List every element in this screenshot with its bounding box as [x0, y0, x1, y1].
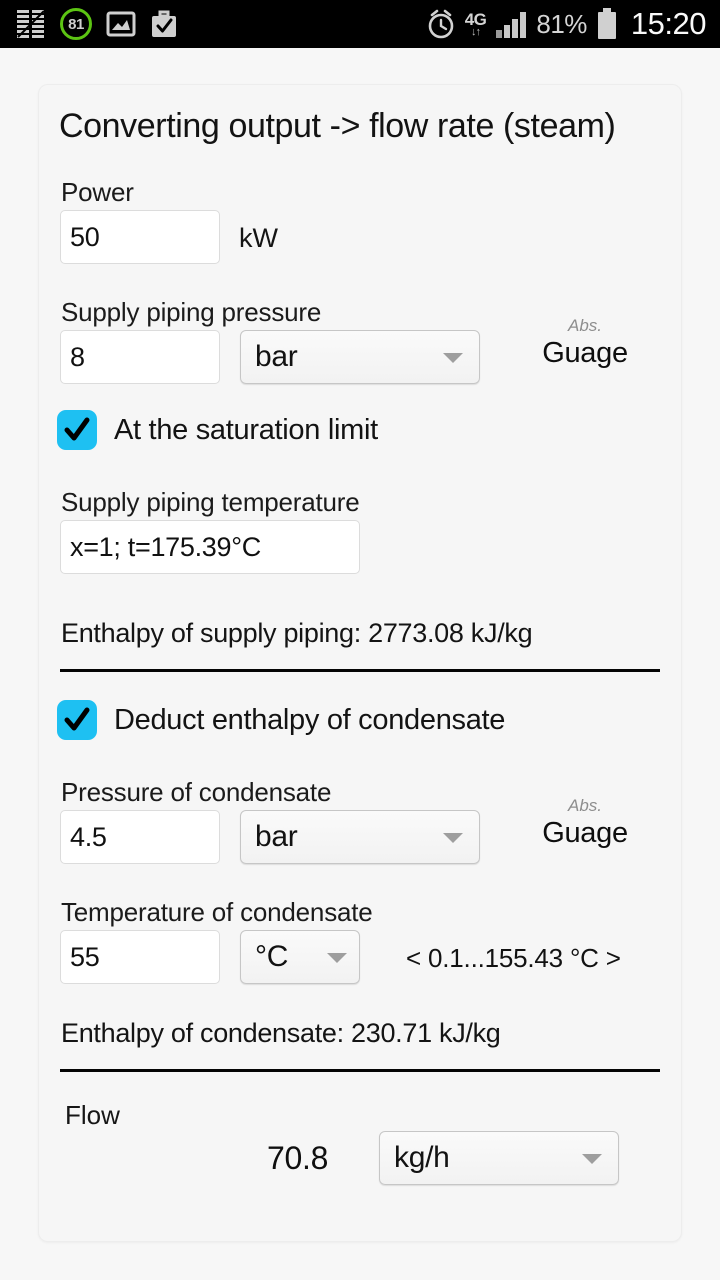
supply-pressure-label: Supply piping pressure — [61, 297, 322, 327]
condensate-temperature-unit-value: °C — [255, 940, 289, 973]
page-title: Converting output -> flow rate (steam) — [59, 107, 616, 145]
flow-label: Flow — [65, 1100, 120, 1130]
condensate-pressure-mode-toggle[interactable]: Abs. Guage — [525, 797, 645, 848]
supply-pressure-unit-value: bar — [255, 340, 298, 373]
supply-pressure-unit-spinner[interactable]: bar — [240, 330, 480, 384]
supply-enthalpy-text: Enthalpy of supply piping: 2773.08 kJ/kg — [61, 618, 533, 648]
power-input[interactable]: 50 — [60, 210, 220, 264]
flow-value: 70.8 — [267, 1140, 329, 1176]
supply-temperature-label: Supply piping temperature — [61, 487, 360, 517]
condensate-pressure-unit-value: bar — [255, 820, 298, 853]
condensate-temperature-unit-spinner[interactable]: °C — [240, 930, 360, 984]
saturation-limit-label: At the saturation limit — [114, 413, 378, 446]
condensate-temperature-range: < 0.1...155.43 °C > — [406, 943, 621, 973]
status-bar: 81 4G ↓↑ 81% 15:20 — [0, 0, 720, 48]
power-label: Power — [61, 177, 134, 207]
supply-pressure-abs-label: Abs. — [567, 316, 603, 335]
clock-label: 15:20 — [630, 6, 707, 41]
supply-pressure-input[interactable]: 8 — [60, 330, 220, 384]
status-bar-left-icons: 81 — [0, 8, 178, 40]
battery-ring-icon: 81 — [60, 8, 92, 40]
deduct-condensate-label: Deduct enthalpy of condensate — [114, 703, 506, 736]
power-unit-label: kW — [239, 223, 278, 253]
ccleaner-icon — [16, 8, 46, 40]
gallery-icon — [106, 9, 136, 39]
condensate-enthalpy-text: Enthalpy of condensate: 230.71 kJ/kg — [61, 1018, 501, 1048]
signal-bars-icon — [495, 9, 527, 39]
chevron-down-icon — [443, 353, 463, 363]
flow-unit-spinner[interactable]: kg/h — [379, 1131, 619, 1185]
checkbox-checked-icon[interactable] — [57, 700, 97, 740]
chevron-down-icon — [582, 1154, 602, 1164]
battery-icon — [596, 8, 618, 40]
deduct-condensate-checkbox-row[interactable]: Deduct enthalpy of condensate — [57, 700, 505, 740]
checkbox-checked-icon[interactable] — [57, 410, 97, 450]
chevron-down-icon — [327, 953, 347, 963]
flow-unit-value: kg/h — [394, 1141, 450, 1174]
data-transfer-arrows: ↓↑ — [471, 25, 481, 38]
section-divider-2 — [60, 1069, 660, 1072]
supply-pressure-mode-toggle[interactable]: Abs. Guage — [525, 317, 645, 368]
saturation-limit-checkbox-row[interactable]: At the saturation limit — [57, 410, 378, 450]
condensate-pressure-gauge-label: Guage — [542, 817, 628, 849]
calculator-card: Converting output -> flow rate (steam) P… — [38, 84, 682, 1242]
alarm-icon — [426, 9, 456, 40]
condensate-temperature-input[interactable]: 55 — [60, 930, 220, 984]
work-profile-icon — [150, 9, 178, 40]
section-divider-1 — [60, 669, 660, 672]
supply-pressure-gauge-label: Guage — [542, 337, 628, 369]
battery-ring-value: 81 — [68, 15, 84, 33]
condensate-pressure-abs-label: Abs. — [567, 796, 603, 815]
network-4g-icon: 4G ↓↑ — [465, 11, 487, 38]
network-type-label: 4G — [464, 9, 487, 29]
condensate-temperature-label: Temperature of condensate — [61, 897, 373, 927]
condensate-pressure-unit-spinner[interactable]: bar — [240, 810, 480, 864]
supply-temperature-input[interactable]: x=1; t=175.39°C — [60, 520, 360, 574]
condensate-pressure-input[interactable]: 4.5 — [60, 810, 220, 864]
status-bar-right-icons: 4G ↓↑ 81% 15:20 — [426, 6, 720, 42]
battery-percent-label: 81% — [536, 8, 587, 39]
chevron-down-icon — [443, 833, 463, 843]
condensate-pressure-label: Pressure of condensate — [61, 777, 332, 807]
